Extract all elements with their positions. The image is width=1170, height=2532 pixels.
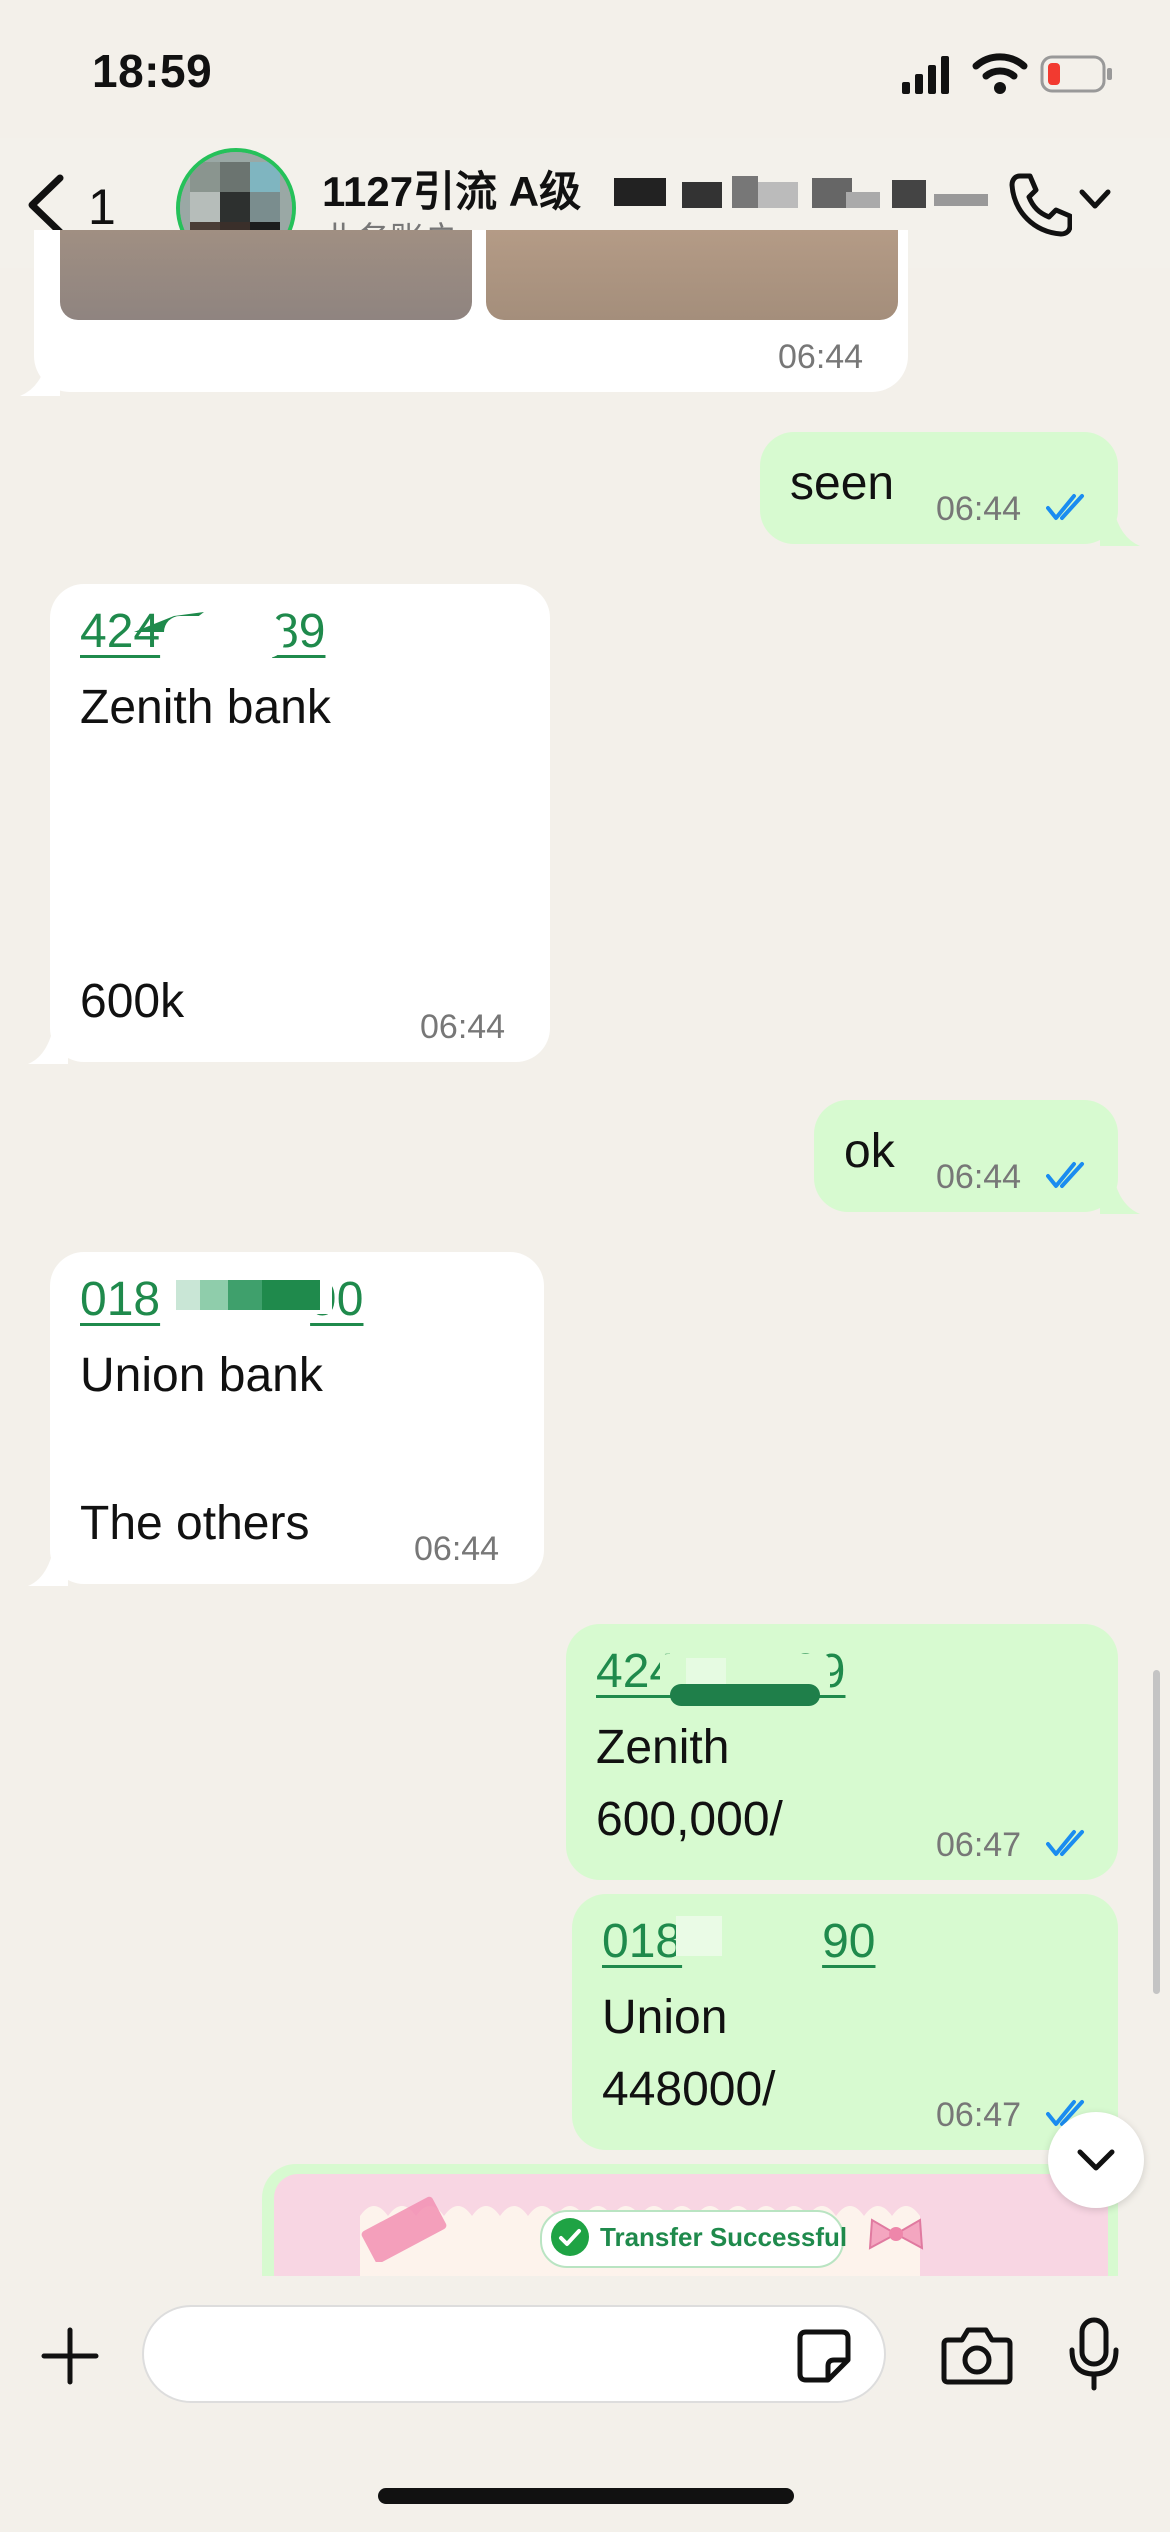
message-text: Union (602, 1991, 728, 2044)
phone-icon[interactable] (1006, 170, 1072, 240)
sticker-text: Transfer Successful (600, 2222, 848, 2252)
image-thumbnail[interactable] (486, 230, 898, 320)
redacted-title-blur (614, 176, 988, 208)
redacted-number-blur (134, 612, 284, 658)
bubble-tail (1100, 1166, 1140, 1214)
message-text: Union bank (80, 1349, 323, 1402)
cellular-signal-icon (902, 56, 949, 94)
double-check-icon (1046, 1830, 1084, 1856)
message-text: The others (80, 1497, 310, 1550)
bow-icon (868, 2218, 924, 2250)
transfer-receipt-image[interactable]: Transfer Successful (274, 2174, 1108, 2284)
message-text: 600k (80, 975, 185, 1028)
message-time: 06:44 (414, 1530, 500, 1568)
check-circle-icon (551, 2218, 589, 2256)
microphone-icon[interactable] (1066, 2316, 1122, 2392)
status-time: 18:59 (92, 45, 213, 97)
message-text: 600,000/ (596, 1793, 783, 1846)
message-input[interactable] (142, 2305, 886, 2403)
camera-icon[interactable] (940, 2322, 1014, 2386)
double-check-icon (1046, 494, 1084, 520)
bubble-tail (28, 1010, 68, 1064)
image-thumbnail[interactable] (60, 230, 472, 320)
message-text: Zenith (596, 1721, 730, 1774)
sticker-icon[interactable] (794, 2326, 854, 2386)
scroll-down-button[interactable] (1048, 2112, 1144, 2208)
scrollbar[interactable] (1153, 1670, 1160, 1994)
home-indicator (378, 2488, 794, 2504)
plus-icon[interactable] (40, 2326, 100, 2386)
bubble-tail (20, 352, 60, 396)
tape-decoration (361, 2196, 447, 2262)
scroll-down-icon (1077, 2149, 1115, 2171)
message-time: 06:44 (778, 338, 864, 376)
chevron-down-icon[interactable] (1078, 188, 1112, 212)
message-time: 06:44 (420, 1008, 506, 1046)
battery-icon (1040, 55, 1112, 93)
message-time: 06:47 (936, 1826, 1022, 1864)
redacted-number-blur (676, 1910, 816, 1962)
bubble-tail (1100, 498, 1140, 546)
message-text: seen (790, 457, 895, 510)
back-unread-count[interactable]: 1 (88, 178, 116, 236)
bubble-tail (28, 1532, 68, 1586)
message-text: 448000/ (602, 2063, 776, 2116)
message-time: 06:44 (936, 1158, 1022, 1196)
redacted-number-blur (660, 1654, 830, 1706)
message-text: ok (844, 1125, 895, 1178)
message-text: Zenith bank (80, 681, 331, 734)
chat-title[interactable]: 1127引流 A级 (322, 158, 581, 219)
redacted-number-blur (160, 1274, 332, 1314)
wifi-icon (972, 53, 1028, 94)
double-check-icon (1046, 1162, 1084, 1188)
message-time: 06:47 (936, 2096, 1022, 2134)
message-time: 06:44 (936, 490, 1022, 528)
